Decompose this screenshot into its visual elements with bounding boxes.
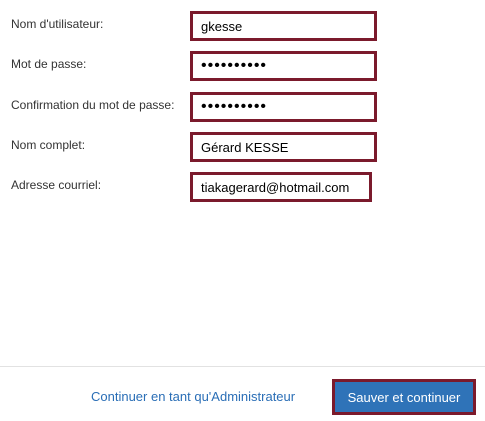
password-confirm-label: Confirmation du mot de passe: xyxy=(11,98,175,112)
username-label: Nom d'utilisateur: xyxy=(11,17,104,31)
password-field[interactable] xyxy=(190,51,377,81)
form-row-email: Adresse courriel: xyxy=(0,172,485,204)
full-name-label: Nom complet: xyxy=(11,138,86,152)
form-row-full-name: Nom complet: xyxy=(0,132,485,164)
password-confirm-field[interactable] xyxy=(190,92,377,122)
form-row-password-confirm: Confirmation du mot de passe: xyxy=(0,92,485,124)
footer-divider xyxy=(0,366,485,367)
full-name-field[interactable] xyxy=(190,132,377,162)
password-label: Mot de passe: xyxy=(11,57,87,71)
email-field[interactable] xyxy=(190,172,372,202)
form-row-password: Mot de passe: xyxy=(0,51,485,83)
username-field[interactable] xyxy=(190,11,377,41)
form-row-username: Nom d'utilisateur: xyxy=(0,11,485,43)
save-and-continue-button[interactable]: Sauver et continuer xyxy=(332,379,476,415)
continue-as-admin-link[interactable]: Continuer en tant qu'Administrateur xyxy=(91,389,295,404)
email-label: Adresse courriel: xyxy=(11,178,102,192)
